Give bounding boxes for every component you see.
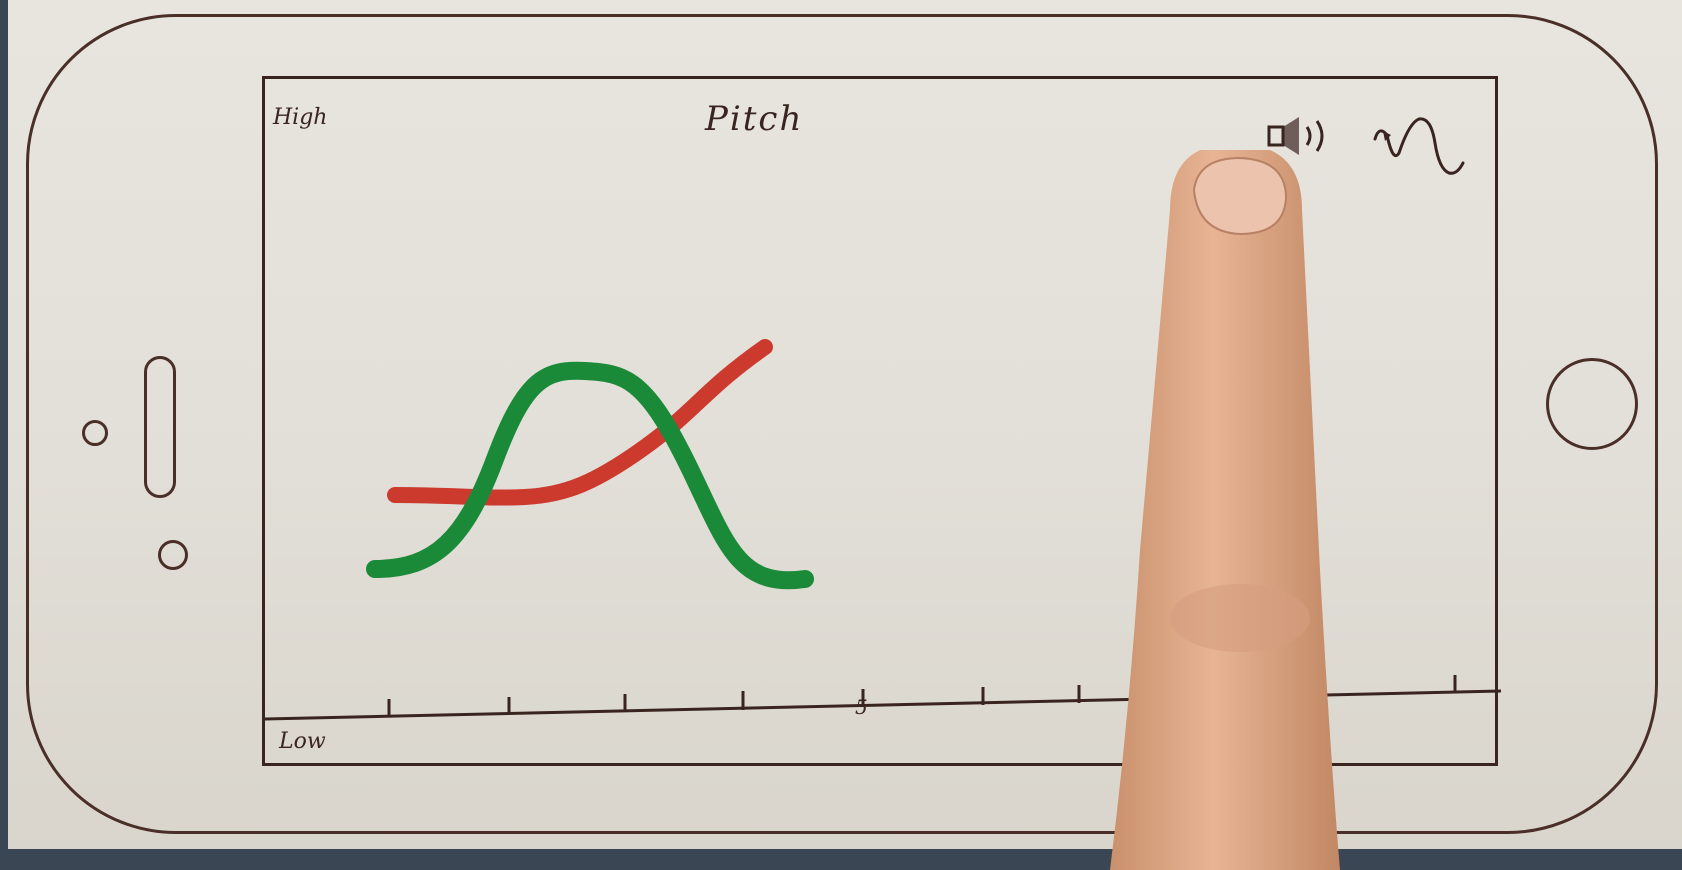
home-button[interactable] — [1546, 358, 1638, 450]
speaker-slot — [144, 356, 176, 498]
pointing-finger — [1110, 150, 1340, 870]
paper-background: High Pitch Low 5 — [8, 0, 1682, 870]
mic-dot — [158, 540, 188, 570]
x-tick-label: 5 — [855, 695, 868, 719]
y-axis-high-label: High — [273, 105, 328, 130]
camera-dot — [82, 420, 108, 446]
page-title: Pitch — [705, 99, 804, 139]
y-axis-low-label: Low — [279, 729, 326, 754]
